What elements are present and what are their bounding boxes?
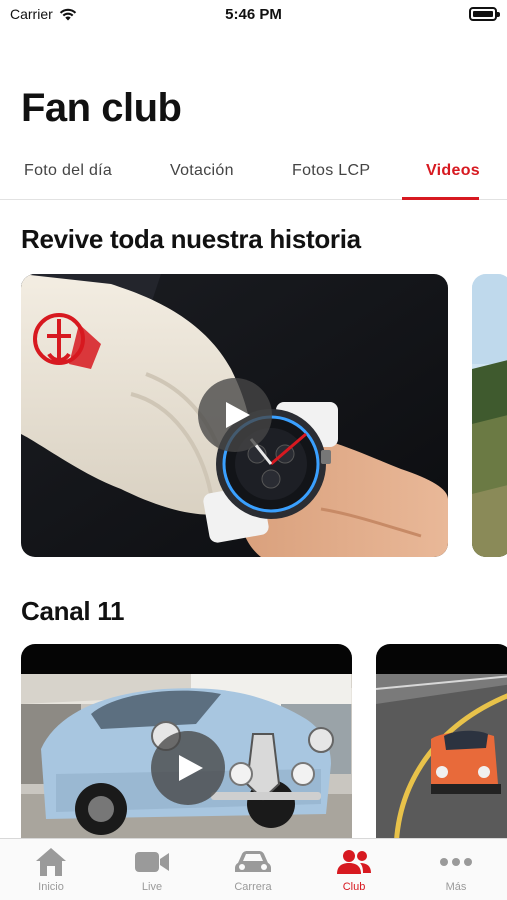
video-card[interactable] [21, 644, 352, 854]
bottom-tab-bar: Inicio Live Carrera Club Más [0, 838, 507, 900]
video-thumbnail [376, 644, 507, 854]
play-button[interactable] [198, 378, 272, 452]
tabbar-label: Live [141, 881, 163, 893]
video-card[interactable] [21, 274, 448, 557]
video-card[interactable] [472, 274, 507, 557]
video-thumbnail [472, 274, 507, 557]
active-tab-indicator [402, 197, 479, 200]
status-time: 5:46 PM [225, 6, 282, 23]
tabbar-label: Club [342, 881, 366, 893]
segment-tabs: Foto del día Votación Fotos LCP Videos [0, 150, 507, 200]
video-card[interactable] [376, 644, 507, 854]
tabbar-label: Inicio [38, 881, 64, 893]
more-icon [440, 858, 472, 866]
tabbar-item-club[interactable]: Club [314, 845, 394, 893]
tabbar-label: Carrera [234, 881, 272, 893]
status-bar: Carrier 5:46 PM [0, 0, 507, 30]
play-icon [225, 402, 250, 428]
tab-fotos-lcp[interactable]: Fotos LCP [292, 162, 370, 180]
video-camera-icon [135, 852, 169, 872]
tabbar-item-inicio[interactable]: Inicio [11, 845, 91, 893]
car-icon [235, 851, 271, 872]
section-title-canal-11: Canal 11 [21, 596, 125, 626]
home-icon [36, 848, 66, 876]
tabbar-item-mas[interactable]: Más [416, 845, 496, 893]
tabbar-label: Más [445, 881, 467, 893]
tab-videos[interactable]: Videos [426, 162, 480, 180]
section-title-historia: Revive toda nuestra historia [21, 224, 361, 254]
play-button[interactable] [151, 731, 225, 805]
tabbar-item-live[interactable]: Live [112, 845, 192, 893]
tab-foto-del-dia[interactable]: Foto del día [24, 162, 112, 180]
tabbar-item-carrera[interactable]: Carrera [213, 845, 293, 893]
page-title: Fan club [21, 86, 182, 130]
group-icon [337, 850, 371, 874]
play-icon [178, 755, 203, 781]
battery-icon [469, 7, 500, 21]
tab-votacion[interactable]: Votación [170, 162, 234, 180]
